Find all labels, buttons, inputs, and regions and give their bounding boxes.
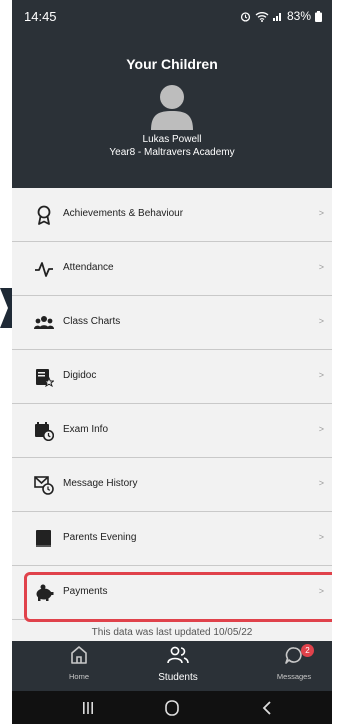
menu-item-label: Class Charts: [63, 316, 121, 327]
menu-item-payments[interactable]: Payments >: [12, 566, 332, 622]
nav-students-label: Students: [158, 672, 198, 683]
wifi-icon: [255, 11, 269, 22]
chevron-right-icon: >: [318, 208, 324, 218]
menu-item-message-history[interactable]: Message History >: [12, 458, 332, 512]
nav-students[interactable]: Students: [143, 645, 213, 683]
bottom-nav: Home Students 2 Messages: [12, 641, 332, 691]
system-nav-bar: [12, 691, 332, 724]
signal-icon: [272, 13, 281, 21]
menu-item-attendance[interactable]: Attendance >: [12, 242, 332, 296]
group-icon: [34, 316, 54, 329]
status-icons: 83%: [240, 9, 322, 23]
calendar-clock-icon: [35, 422, 54, 441]
phone-screen: 14:45 83% Your Children Lukas Powell Yea…: [12, 0, 332, 724]
nav-messages-label: Messages: [276, 672, 312, 681]
menu-item-label: Parents Evening: [63, 532, 137, 543]
alarm-icon: [240, 11, 251, 22]
menu-item-class-charts[interactable]: Class Charts >: [12, 296, 332, 350]
chevron-right-icon: >: [318, 262, 324, 272]
mail-clock-icon: [34, 476, 54, 495]
child-name: Lukas Powell: [142, 134, 202, 145]
menu-item-achievements[interactable]: Achievements & Behaviour >: [12, 188, 332, 242]
menu-item-label: Message History: [63, 478, 138, 489]
award-ribbon-icon: [37, 205, 51, 225]
status-time: 14:45: [24, 9, 57, 24]
menu-item-label: Payments: [63, 586, 108, 597]
piggy-bank-icon: [36, 584, 54, 601]
menu-item-parents-evening[interactable]: Parents Evening >: [12, 512, 332, 566]
battery-icon: [315, 10, 322, 22]
battery-percent: 83%: [286, 9, 311, 23]
messages-badge: 2: [301, 644, 314, 657]
nav-messages[interactable]: 2 Messages: [259, 644, 329, 681]
menu-item-label: Digidoc: [63, 370, 97, 381]
status-bar: 14:45 83%: [12, 0, 332, 32]
nav-home[interactable]: Home: [44, 645, 114, 681]
menu-item-label: Achievements & Behaviour: [63, 208, 184, 219]
last-updated-note: This data was last updated 10/05/22: [91, 627, 253, 638]
avatar[interactable]: [151, 84, 193, 130]
page-title: Your Children: [126, 56, 218, 72]
back-icon[interactable]: [258, 699, 278, 717]
menu-item-exam-info[interactable]: Exam Info >: [12, 404, 332, 458]
book-icon: [36, 530, 51, 547]
users-icon: [167, 646, 189, 664]
chevron-right-icon: >: [318, 586, 324, 596]
recent-apps-icon[interactable]: [78, 699, 98, 717]
menu-list: Achievements & Behaviour > Attendance > …: [12, 188, 332, 622]
children-header: Your Children Lukas Powell Year8 - Maltr…: [12, 32, 332, 188]
chevron-right-icon: >: [318, 532, 324, 542]
chevron-right-icon: >: [318, 478, 324, 488]
nav-home-label: Home: [68, 672, 89, 681]
child-school: Year8 - Maltravers Academy: [109, 147, 235, 158]
chevron-right-icon: >: [318, 424, 324, 434]
home-circle-icon[interactable]: [162, 699, 182, 717]
document-star-icon: [36, 369, 54, 387]
menu-item-digidoc[interactable]: Digidoc >: [12, 350, 332, 404]
menu-item-label: Exam Info: [63, 424, 109, 435]
chevron-right-icon: >: [318, 370, 324, 380]
home-icon: [71, 646, 87, 664]
pulse-icon: [35, 262, 53, 277]
menu-item-label: Attendance: [63, 262, 114, 273]
chevron-right-icon: >: [318, 316, 324, 326]
